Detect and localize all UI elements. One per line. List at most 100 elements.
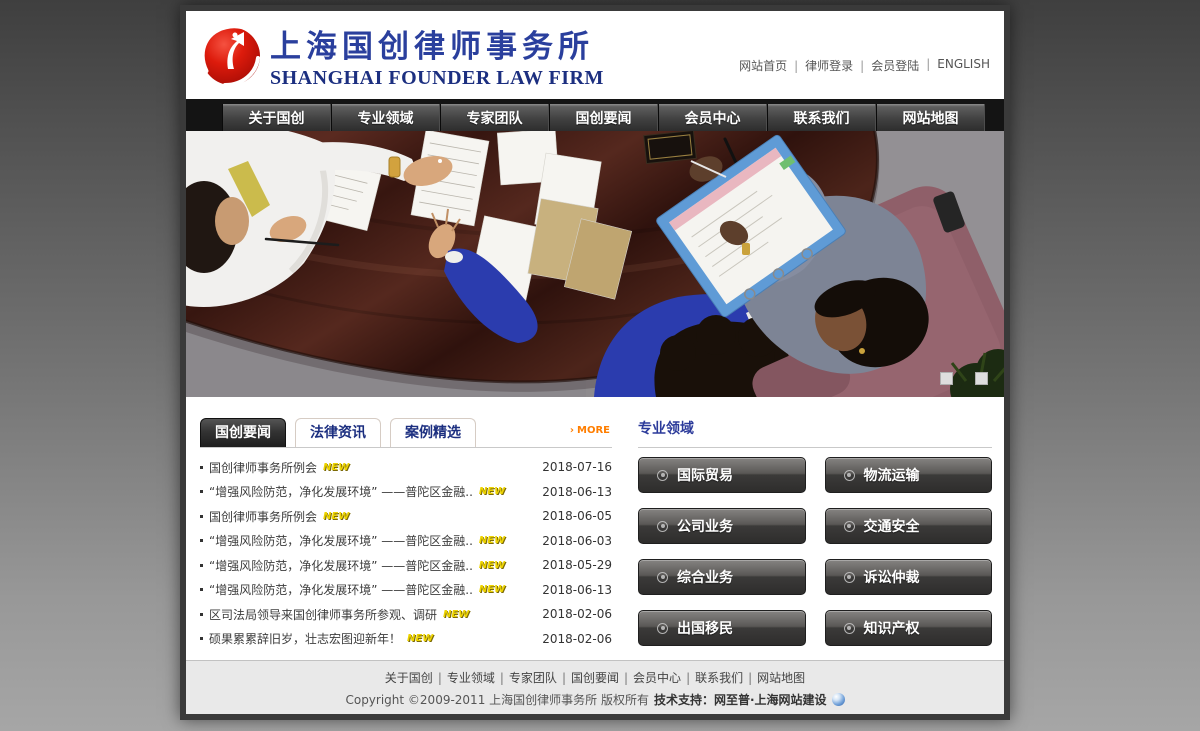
news-title-link[interactable]: “增强风险防范，净化发展环境” ——普陀区金融.. bbox=[209, 483, 473, 500]
bullseye-icon bbox=[844, 572, 855, 583]
news-date: 2018-06-03 bbox=[542, 534, 612, 548]
nav-item[interactable]: 会员中心 bbox=[658, 104, 767, 131]
practice-area-label: 交通安全 bbox=[864, 516, 920, 536]
nav-item[interactable]: 专业领域 bbox=[331, 104, 440, 131]
new-badge: NEW bbox=[479, 535, 505, 546]
header-link[interactable]: 网站首页 bbox=[739, 57, 787, 74]
nav-item[interactable]: 关于国创 bbox=[222, 104, 331, 131]
tab[interactable]: 案例精选 bbox=[390, 418, 476, 447]
nav-item[interactable]: 网站地图 bbox=[876, 104, 985, 131]
practice-area-label: 诉讼仲裁 bbox=[864, 567, 920, 587]
site-footer: 关于国创专业领域专家团队国创要闻会员中心联系我们网站地图 Copyright ©… bbox=[186, 660, 1004, 714]
news-item: 硕果累累辞旧岁，壮志宏图迎新年！ NEW 2018-02-06 bbox=[200, 627, 612, 652]
footer-link[interactable]: 联系我们 bbox=[681, 669, 743, 686]
more-link[interactable]: ›MORE bbox=[570, 425, 610, 436]
news-title-link[interactable]: “增强风险防范，净化发展环境” ——普陀区金融.. bbox=[209, 581, 473, 598]
news-title-link[interactable]: 国创律师事务所例会 bbox=[209, 508, 317, 525]
more-arrow-icon: › bbox=[570, 425, 574, 436]
footer-link[interactable]: 国创要闻 bbox=[557, 669, 619, 686]
news-title-link[interactable]: 国创律师事务所例会 bbox=[209, 459, 317, 476]
news-item: 国创律师事务所例会 NEW 2018-07-16 bbox=[200, 455, 612, 480]
practice-column: 专业领域 国际贸易 物流运输 公司业务 bbox=[638, 397, 992, 660]
main-nav: 关于国创专业领域专家团队国创要闻会员中心联系我们网站地图 bbox=[186, 99, 1004, 131]
tab[interactable]: 国创要闻 bbox=[200, 418, 286, 447]
firm-name-cn: 上海国创律师事务所 bbox=[270, 29, 604, 65]
practice-area-button[interactable]: 物流运输 bbox=[825, 457, 993, 493]
bullseye-icon bbox=[657, 521, 668, 532]
news-title-link[interactable]: “增强风险防范，净化发展环境” ——普陀区金融.. bbox=[209, 532, 473, 549]
practice-title: 专业领域 bbox=[638, 418, 694, 438]
practice-area-button[interactable]: 交通安全 bbox=[825, 508, 993, 544]
practice-area-button[interactable]: 国际贸易 bbox=[638, 457, 806, 493]
new-badge: NEW bbox=[323, 462, 349, 473]
news-title-link[interactable]: 区司法局领导来国创律师事务所参观、调研 bbox=[209, 606, 437, 623]
news-item: “增强风险防范，净化发展环境” ——普陀区金融.. NEW 2018-06-13 bbox=[200, 578, 612, 603]
bullseye-icon bbox=[657, 623, 668, 634]
news-date: 2018-06-13 bbox=[542, 485, 612, 499]
news-list: 国创律师事务所例会 NEW 2018-07-16 “增强风险防范，净化发展环境”… bbox=[200, 455, 612, 651]
news-date: 2018-02-06 bbox=[542, 632, 612, 646]
practice-area-label: 综合业务 bbox=[677, 567, 733, 587]
practice-area-button[interactable]: 诉讼仲裁 bbox=[825, 559, 993, 595]
news-title-link[interactable]: “增强风险防范，净化发展环境” ——普陀区金融.. bbox=[209, 557, 473, 574]
logo[interactable]: 上海国创律师事务所 SHANGHAI FOUNDER LAW FIRM bbox=[198, 21, 604, 91]
browser-page-frame: 上海国创律师事务所 SHANGHAI FOUNDER LAW FIRM 网站首页… bbox=[180, 5, 1010, 720]
site-page: 上海国创律师事务所 SHANGHAI FOUNDER LAW FIRM 网站首页… bbox=[186, 11, 1004, 714]
header-link[interactable]: 会员登陆 bbox=[853, 57, 919, 74]
news-date: 2018-02-06 bbox=[542, 607, 612, 621]
news-item: “增强风险防范，净化发展环境” ——普陀区金融.. NEW 2018-06-13 bbox=[200, 480, 612, 505]
footer-link[interactable]: 网站地图 bbox=[743, 669, 805, 686]
copyright-row: Copyright ©2009-2011 上海国创律师事务所 版权所有 技术支持… bbox=[186, 691, 1004, 708]
header-link[interactable]: 律师登录 bbox=[787, 57, 853, 74]
new-badge: NEW bbox=[479, 560, 505, 571]
news-date: 2018-07-16 bbox=[542, 460, 612, 474]
slide-indicator[interactable] bbox=[975, 372, 988, 385]
nav-item[interactable]: 联系我们 bbox=[767, 104, 876, 131]
new-badge: NEW bbox=[479, 584, 505, 595]
footer-link[interactable]: 专家团队 bbox=[495, 669, 557, 686]
news-item: 国创律师事务所例会 NEW 2018-06-05 bbox=[200, 504, 612, 529]
footer-link[interactable]: 专业领域 bbox=[433, 669, 495, 686]
news-tab-row: 国创要闻法律资讯案例精选 ›MORE bbox=[200, 397, 612, 448]
practice-grid: 国际贸易 物流运输 公司业务 交通安全 bbox=[638, 457, 992, 646]
hero-photo-meeting-table bbox=[186, 131, 1004, 397]
news-item: “增强风险防范，净化发展环境” ——普陀区金融.. NEW 2018-05-29 bbox=[200, 553, 612, 578]
nav-item[interactable]: 国创要闻 bbox=[549, 104, 658, 131]
news-item: “增强风险防范，净化发展环境” ——普陀区金融.. NEW 2018-06-03 bbox=[200, 529, 612, 554]
news-item: 区司法局领导来国创律师事务所参观、调研 NEW 2018-02-06 bbox=[200, 602, 612, 627]
support-globe-icon bbox=[832, 693, 845, 706]
bullseye-icon bbox=[657, 572, 668, 583]
bullseye-icon bbox=[844, 521, 855, 532]
bullseye-icon bbox=[844, 623, 855, 634]
hero-banner bbox=[186, 131, 1004, 397]
header-link[interactable]: ENGLISH bbox=[919, 57, 990, 74]
support-text[interactable]: 技术支持：网至普·上海网站建设 bbox=[654, 691, 827, 708]
practice-area-label: 国际贸易 bbox=[677, 465, 733, 485]
practice-header: 专业领域 bbox=[638, 397, 992, 448]
practice-area-button[interactable]: 出国移民 bbox=[638, 610, 806, 646]
bullseye-icon bbox=[844, 470, 855, 481]
new-badge: NEW bbox=[443, 609, 469, 620]
new-badge: NEW bbox=[323, 511, 349, 522]
site-header: 上海国创律师事务所 SHANGHAI FOUNDER LAW FIRM 网站首页… bbox=[186, 11, 1004, 99]
news-date: 2018-05-29 bbox=[542, 558, 612, 572]
header-utility-links: 网站首页律师登录会员登陆ENGLISH bbox=[739, 57, 990, 74]
practice-area-label: 物流运输 bbox=[864, 465, 920, 485]
practice-area-label: 出国移民 bbox=[677, 618, 733, 638]
bullseye-icon bbox=[657, 470, 668, 481]
practice-area-button[interactable]: 综合业务 bbox=[638, 559, 806, 595]
practice-area-button[interactable]: 公司业务 bbox=[638, 508, 806, 544]
news-title-link[interactable]: 硕果累累辞旧岁，壮志宏图迎新年！ bbox=[209, 630, 401, 647]
news-date: 2018-06-13 bbox=[542, 583, 612, 597]
nav-item[interactable]: 专家团队 bbox=[440, 104, 549, 131]
tab[interactable]: 法律资讯 bbox=[295, 418, 381, 447]
firm-name-en: SHANGHAI FOUNDER LAW FIRM bbox=[270, 67, 604, 90]
footer-link[interactable]: 会员中心 bbox=[619, 669, 681, 686]
main-content: 国创要闻法律资讯案例精选 ›MORE 国创律师事务所例会 NEW 2018-07… bbox=[186, 397, 1004, 660]
slide-indicator[interactable] bbox=[940, 372, 953, 385]
new-badge: NEW bbox=[407, 633, 433, 644]
logo-text: 上海国创律师事务所 SHANGHAI FOUNDER LAW FIRM bbox=[270, 21, 604, 90]
footer-link[interactable]: 关于国创 bbox=[385, 669, 433, 686]
practice-area-button[interactable]: 知识产权 bbox=[825, 610, 993, 646]
slide-indicators bbox=[940, 372, 988, 385]
